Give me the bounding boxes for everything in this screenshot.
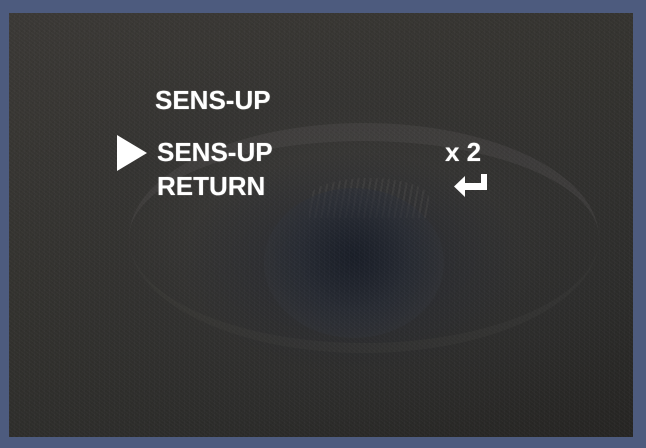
monitor-frame: SENS-UP SENS-UP x 2 RETURN — [0, 0, 646, 448]
selection-triangle-icon — [117, 135, 147, 171]
sens-up-value[interactable]: x 2 — [445, 137, 481, 167]
menu-item-return[interactable]: RETURN — [157, 171, 265, 201]
enter-return-icon[interactable] — [451, 171, 491, 201]
camera-video-screen: SENS-UP SENS-UP x 2 RETURN — [9, 13, 633, 437]
menu-item-sens-up[interactable]: SENS-UP — [157, 137, 273, 167]
osd-menu-title: SENS-UP — [155, 85, 271, 115]
video-noise-overlay — [9, 13, 633, 437]
